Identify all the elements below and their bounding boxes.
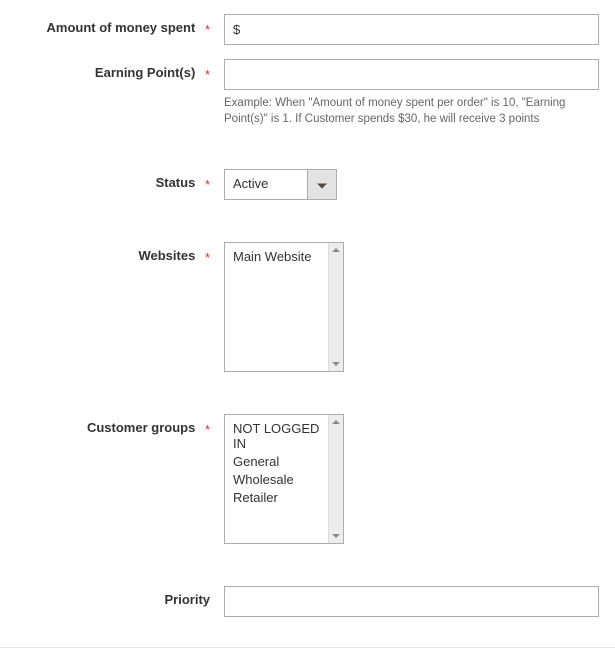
required-mark-icon: * [205, 177, 210, 192]
list-item[interactable]: Main Website [225, 249, 343, 267]
label-status: Status * [14, 169, 210, 190]
field-earning-points: Example: When "Amount of money spent per… [210, 59, 601, 127]
label-text: Priority [164, 592, 210, 607]
label-amount-spent: Amount of money spent * [14, 14, 210, 35]
row-websites: Websites * Main Website [14, 242, 601, 372]
list-item[interactable]: Retailer [225, 490, 343, 508]
label-customer-groups: Customer groups * [14, 414, 210, 435]
required-mark-icon: * [205, 250, 210, 265]
status-select[interactable]: Active [224, 169, 337, 200]
row-customer-groups: Customer groups * NOT LOGGED IN General … [14, 414, 601, 544]
priority-input[interactable] [224, 586, 599, 617]
scrollbar[interactable] [328, 415, 343, 543]
list-item[interactable]: NOT LOGGED IN [225, 421, 343, 454]
label-text: Amount of money spent [47, 20, 196, 35]
label-priority: Priority [14, 586, 210, 607]
label-websites: Websites * [14, 242, 210, 263]
status-select-value: Active [224, 169, 308, 200]
row-amount-spent: Amount of money spent * [14, 14, 601, 45]
label-text: Websites [138, 248, 195, 263]
earning-points-input[interactable] [224, 59, 599, 90]
field-customer-groups: NOT LOGGED IN General Wholesale Retailer [210, 414, 601, 544]
label-text: Customer groups [87, 420, 195, 435]
label-earning-points: Earning Point(s) * [14, 59, 210, 80]
label-text: Status [156, 175, 196, 190]
required-mark-icon: * [205, 67, 210, 82]
field-priority [210, 586, 601, 617]
list-item[interactable]: General [225, 454, 343, 472]
required-mark-icon: * [205, 422, 210, 437]
customer-groups-multiselect[interactable]: NOT LOGGED IN General Wholesale Retailer [224, 414, 344, 544]
chevron-down-icon[interactable] [307, 169, 337, 200]
field-amount-spent [210, 14, 601, 45]
row-priority: Priority [14, 586, 601, 617]
form-container: Amount of money spent * Earning Point(s)… [0, 0, 615, 648]
row-status: Status * Active [14, 169, 601, 200]
row-earning-points: Earning Point(s) * Example: When "Amount… [14, 59, 601, 127]
field-status: Active [210, 169, 601, 200]
list-item[interactable]: Wholesale [225, 472, 343, 490]
websites-multiselect[interactable]: Main Website [224, 242, 344, 372]
scrollbar[interactable] [328, 243, 343, 371]
required-mark-icon: * [205, 22, 210, 37]
field-websites: Main Website [210, 242, 601, 372]
earning-points-help: Example: When "Amount of money spent per… [224, 96, 599, 127]
amount-spent-input[interactable] [224, 14, 599, 45]
label-text: Earning Point(s) [95, 65, 195, 80]
